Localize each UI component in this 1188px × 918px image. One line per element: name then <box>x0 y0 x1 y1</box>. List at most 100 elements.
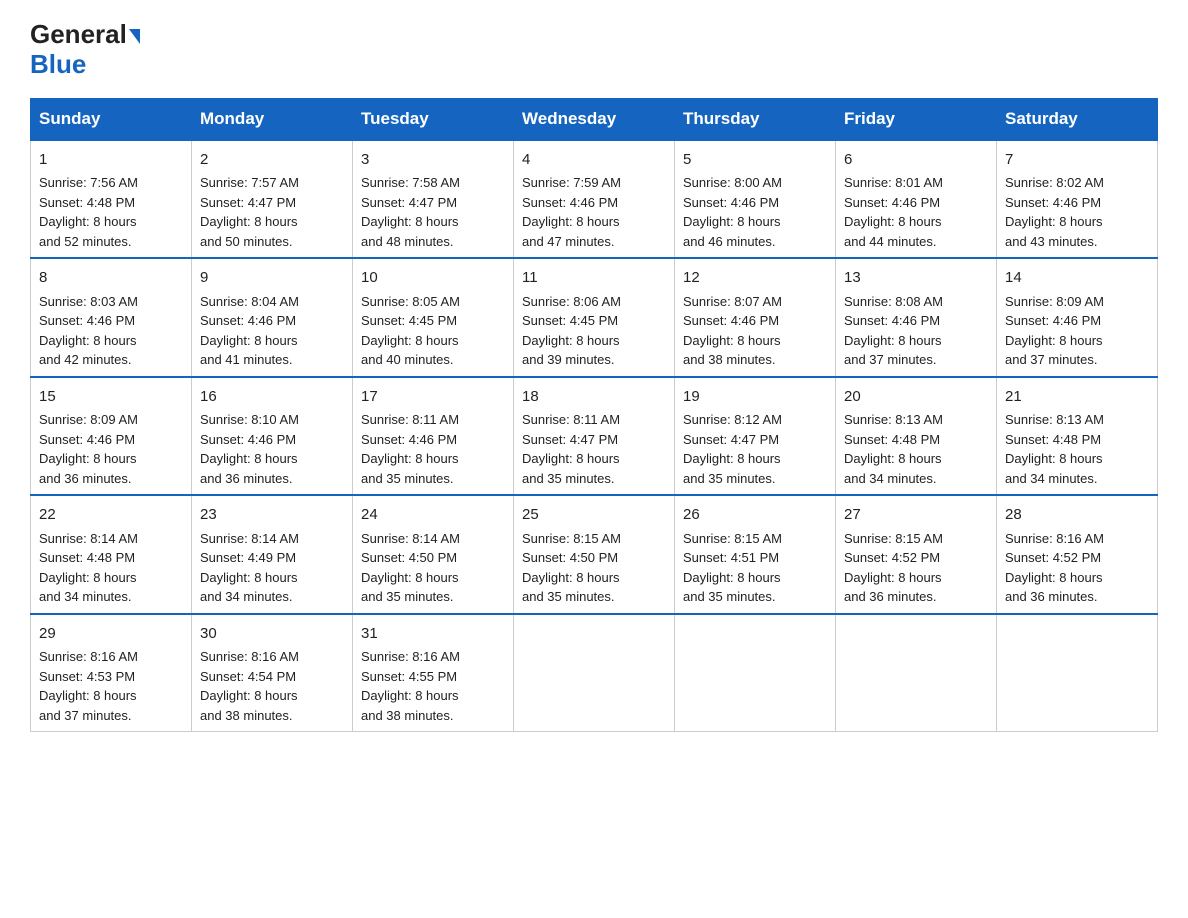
calendar-cell <box>836 614 997 732</box>
day-info: Sunrise: 8:14 AMSunset: 4:48 PMDaylight:… <box>39 531 138 605</box>
day-info: Sunrise: 7:58 AMSunset: 4:47 PMDaylight:… <box>361 175 460 249</box>
calendar-cell: 10 Sunrise: 8:05 AMSunset: 4:45 PMDayligh… <box>353 258 514 377</box>
calendar-cell <box>514 614 675 732</box>
day-number: 2 <box>200 149 344 172</box>
day-number: 27 <box>844 504 988 527</box>
day-number: 14 <box>1005 267 1149 290</box>
day-number: 28 <box>1005 504 1149 527</box>
day-number: 4 <box>522 149 666 172</box>
calendar-cell: 11 Sunrise: 8:06 AMSunset: 4:45 PMDayligh… <box>514 258 675 377</box>
day-number: 12 <box>683 267 827 290</box>
logo-blue-line: Blue <box>30 49 86 80</box>
day-info: Sunrise: 7:56 AMSunset: 4:48 PMDaylight:… <box>39 175 138 249</box>
day-info: Sunrise: 8:12 AMSunset: 4:47 PMDaylight:… <box>683 412 782 486</box>
calendar-cell: 13Sunrise: 8:08 AMSunset: 4:46 PMDayligh… <box>836 258 997 377</box>
day-number: 11 <box>522 267 666 290</box>
day-info: Sunrise: 8:16 AMSunset: 4:54 PMDaylight:… <box>200 649 299 723</box>
week-row-2: 8Sunrise: 8:03 AMSunset: 4:46 PMDaylight… <box>31 258 1158 377</box>
day-number: 6 <box>844 149 988 172</box>
day-number: 3 <box>361 149 505 172</box>
day-info: Sunrise: 8:04 AMSunset: 4:46 PMDaylight:… <box>200 294 299 368</box>
day-number: 10 <box>361 267 505 290</box>
day-number: 22 <box>39 504 183 527</box>
week-row-3: 15Sunrise: 8:09 AMSunset: 4:46 PMDayligh… <box>31 377 1158 496</box>
day-number: 8 <box>39 267 183 290</box>
day-number: 29 <box>39 623 183 646</box>
day-info: Sunrise: 7:57 AMSunset: 4:47 PMDaylight:… <box>200 175 299 249</box>
header-row: SundayMondayTuesdayWednesdayThursdayFrid… <box>31 98 1158 140</box>
header-tuesday: Tuesday <box>353 98 514 140</box>
day-info: Sunrise: 8:01 AMSunset: 4:46 PMDaylight:… <box>844 175 943 249</box>
calendar-cell: 31 Sunrise: 8:16 AMSunset: 4:55 PMDayligh… <box>353 614 514 732</box>
calendar-cell: 26 Sunrise: 8:15 AMSunset: 4:51 PMDayligh… <box>675 495 836 614</box>
day-info: Sunrise: 8:11 AMSunset: 4:46 PMDaylight:… <box>361 412 459 486</box>
calendar-cell: 27Sunrise: 8:15 AMSunset: 4:52 PMDayligh… <box>836 495 997 614</box>
day-number: 31 <box>361 623 505 646</box>
logo: General Blue <box>30 20 140 80</box>
logo-general-line: General <box>30 20 140 49</box>
calendar-cell: 14 Sunrise: 8:09 AMSunset: 4:46 PMDayligh… <box>997 258 1158 377</box>
calendar-cell: 29Sunrise: 8:16 AMSunset: 4:53 PMDayligh… <box>31 614 192 732</box>
calendar-cell: 21Sunrise: 8:13 AMSunset: 4:48 PMDayligh… <box>997 377 1158 496</box>
calendar-cell: 4 Sunrise: 7:59 AMSunset: 4:46 PMDaylight… <box>514 140 675 259</box>
calendar-cell: 12 Sunrise: 8:07 AMSunset: 4:46 PMDayligh… <box>675 258 836 377</box>
week-row-4: 22 Sunrise: 8:14 AMSunset: 4:48 PMDayligh… <box>31 495 1158 614</box>
day-info: Sunrise: 8:14 AMSunset: 4:49 PMDaylight:… <box>200 531 299 605</box>
calendar-cell: 9 Sunrise: 8:04 AMSunset: 4:46 PMDaylight… <box>192 258 353 377</box>
day-number: 30 <box>200 623 344 646</box>
day-number: 20 <box>844 386 988 409</box>
calendar-cell: 3 Sunrise: 7:58 AMSunset: 4:47 PMDaylight… <box>353 140 514 259</box>
calendar-cell: 19 Sunrise: 8:12 AMSunset: 4:47 PMDayligh… <box>675 377 836 496</box>
day-info: Sunrise: 8:06 AMSunset: 4:45 PMDaylight:… <box>522 294 621 368</box>
day-info: Sunrise: 8:16 AMSunset: 4:52 PMDaylight:… <box>1005 531 1104 605</box>
calendar-table: SundayMondayTuesdayWednesdayThursdayFrid… <box>30 98 1158 733</box>
calendar-cell <box>675 614 836 732</box>
day-info: Sunrise: 8:16 AMSunset: 4:55 PMDaylight:… <box>361 649 460 723</box>
calendar-cell: 23 Sunrise: 8:14 AMSunset: 4:49 PMDayligh… <box>192 495 353 614</box>
calendar-cell: 28 Sunrise: 8:16 AMSunset: 4:52 PMDayligh… <box>997 495 1158 614</box>
day-info: Sunrise: 7:59 AMSunset: 4:46 PMDaylight:… <box>522 175 621 249</box>
calendar-cell: 1Sunrise: 7:56 AMSunset: 4:48 PMDaylight… <box>31 140 192 259</box>
calendar-cell: 30 Sunrise: 8:16 AMSunset: 4:54 PMDayligh… <box>192 614 353 732</box>
day-info: Sunrise: 8:13 AMSunset: 4:48 PMDaylight:… <box>1005 412 1104 486</box>
calendar-cell: 24Sunrise: 8:14 AMSunset: 4:50 PMDayligh… <box>353 495 514 614</box>
day-info: Sunrise: 8:09 AMSunset: 4:46 PMDaylight:… <box>1005 294 1104 368</box>
day-info: Sunrise: 8:02 AMSunset: 4:46 PMDaylight:… <box>1005 175 1104 249</box>
day-number: 19 <box>683 386 827 409</box>
day-number: 5 <box>683 149 827 172</box>
calendar-cell: 20 Sunrise: 8:13 AMSunset: 4:48 PMDayligh… <box>836 377 997 496</box>
day-number: 26 <box>683 504 827 527</box>
day-info: Sunrise: 8:11 AMSunset: 4:47 PMDaylight:… <box>522 412 620 486</box>
day-number: 25 <box>522 504 666 527</box>
day-info: Sunrise: 8:10 AMSunset: 4:46 PMDaylight:… <box>200 412 299 486</box>
day-info: Sunrise: 8:05 AMSunset: 4:45 PMDaylight:… <box>361 294 460 368</box>
day-number: 7 <box>1005 149 1149 172</box>
header-monday: Monday <box>192 98 353 140</box>
day-info: Sunrise: 8:07 AMSunset: 4:46 PMDaylight:… <box>683 294 782 368</box>
calendar-cell: 18 Sunrise: 8:11 AMSunset: 4:47 PMDayligh… <box>514 377 675 496</box>
page-header: General Blue <box>30 20 1158 80</box>
calendar-cell: 7 Sunrise: 8:02 AMSunset: 4:46 PMDaylight… <box>997 140 1158 259</box>
day-info: Sunrise: 8:09 AMSunset: 4:46 PMDaylight:… <box>39 412 138 486</box>
day-info: Sunrise: 8:13 AMSunset: 4:48 PMDaylight:… <box>844 412 943 486</box>
calendar-cell: 6 Sunrise: 8:01 AMSunset: 4:46 PMDaylight… <box>836 140 997 259</box>
calendar-cell: 25 Sunrise: 8:15 AMSunset: 4:50 PMDayligh… <box>514 495 675 614</box>
day-number: 18 <box>522 386 666 409</box>
day-number: 23 <box>200 504 344 527</box>
day-info: Sunrise: 8:15 AMSunset: 4:51 PMDaylight:… <box>683 531 782 605</box>
calendar-cell: 5 Sunrise: 8:00 AMSunset: 4:46 PMDaylight… <box>675 140 836 259</box>
day-number: 17 <box>361 386 505 409</box>
day-info: Sunrise: 8:14 AMSunset: 4:50 PMDaylight:… <box>361 531 460 605</box>
calendar-cell: 2 Sunrise: 7:57 AMSunset: 4:47 PMDaylight… <box>192 140 353 259</box>
calendar-cell: 17 Sunrise: 8:11 AMSunset: 4:46 PMDayligh… <box>353 377 514 496</box>
calendar-cell: 15Sunrise: 8:09 AMSunset: 4:46 PMDayligh… <box>31 377 192 496</box>
calendar-cell <box>997 614 1158 732</box>
day-info: Sunrise: 8:08 AMSunset: 4:46 PMDaylight:… <box>844 294 943 368</box>
calendar-cell: 8Sunrise: 8:03 AMSunset: 4:46 PMDaylight… <box>31 258 192 377</box>
week-row-5: 29Sunrise: 8:16 AMSunset: 4:53 PMDayligh… <box>31 614 1158 732</box>
day-number: 9 <box>200 267 344 290</box>
week-row-1: 1Sunrise: 7:56 AMSunset: 4:48 PMDaylight… <box>31 140 1158 259</box>
day-info: Sunrise: 8:00 AMSunset: 4:46 PMDaylight:… <box>683 175 782 249</box>
day-info: Sunrise: 8:15 AMSunset: 4:50 PMDaylight:… <box>522 531 621 605</box>
header-thursday: Thursday <box>675 98 836 140</box>
